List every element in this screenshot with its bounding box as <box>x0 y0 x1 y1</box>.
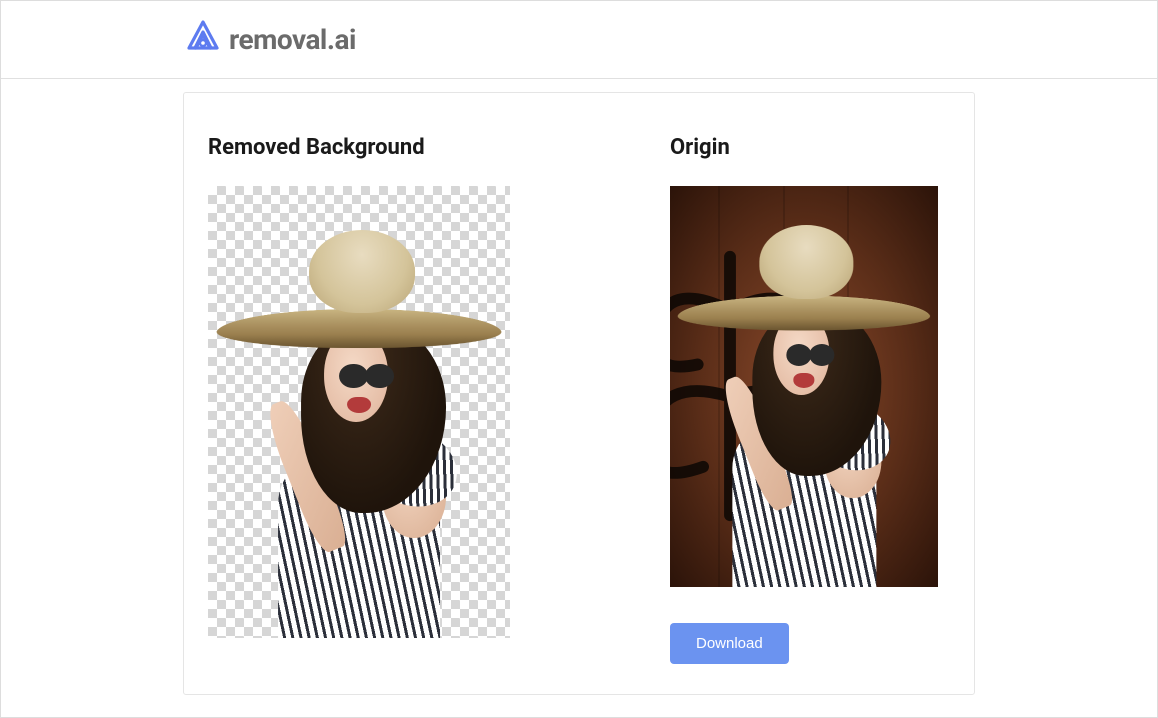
subject-original <box>675 218 932 587</box>
brand-logo[interactable]: removal.ai <box>183 18 356 62</box>
download-button[interactable]: Download <box>670 623 789 664</box>
panel-origin-title: Origin <box>670 135 938 160</box>
brand-name: removal.ai <box>229 23 356 56</box>
main-content: Removed Background <box>1 79 1157 695</box>
removed-image-preview[interactable] <box>208 186 510 638</box>
panel-removed-title: Removed Background <box>208 135 510 160</box>
origin-image-preview[interactable] <box>670 186 938 587</box>
subject-cutout <box>214 222 504 638</box>
header: removal.ai <box>1 1 1157 79</box>
panel-removed-background: Removed Background <box>208 135 510 664</box>
result-card: Removed Background <box>183 92 975 695</box>
logo-mark-icon <box>183 18 223 62</box>
panel-origin: Origin <box>670 135 938 664</box>
